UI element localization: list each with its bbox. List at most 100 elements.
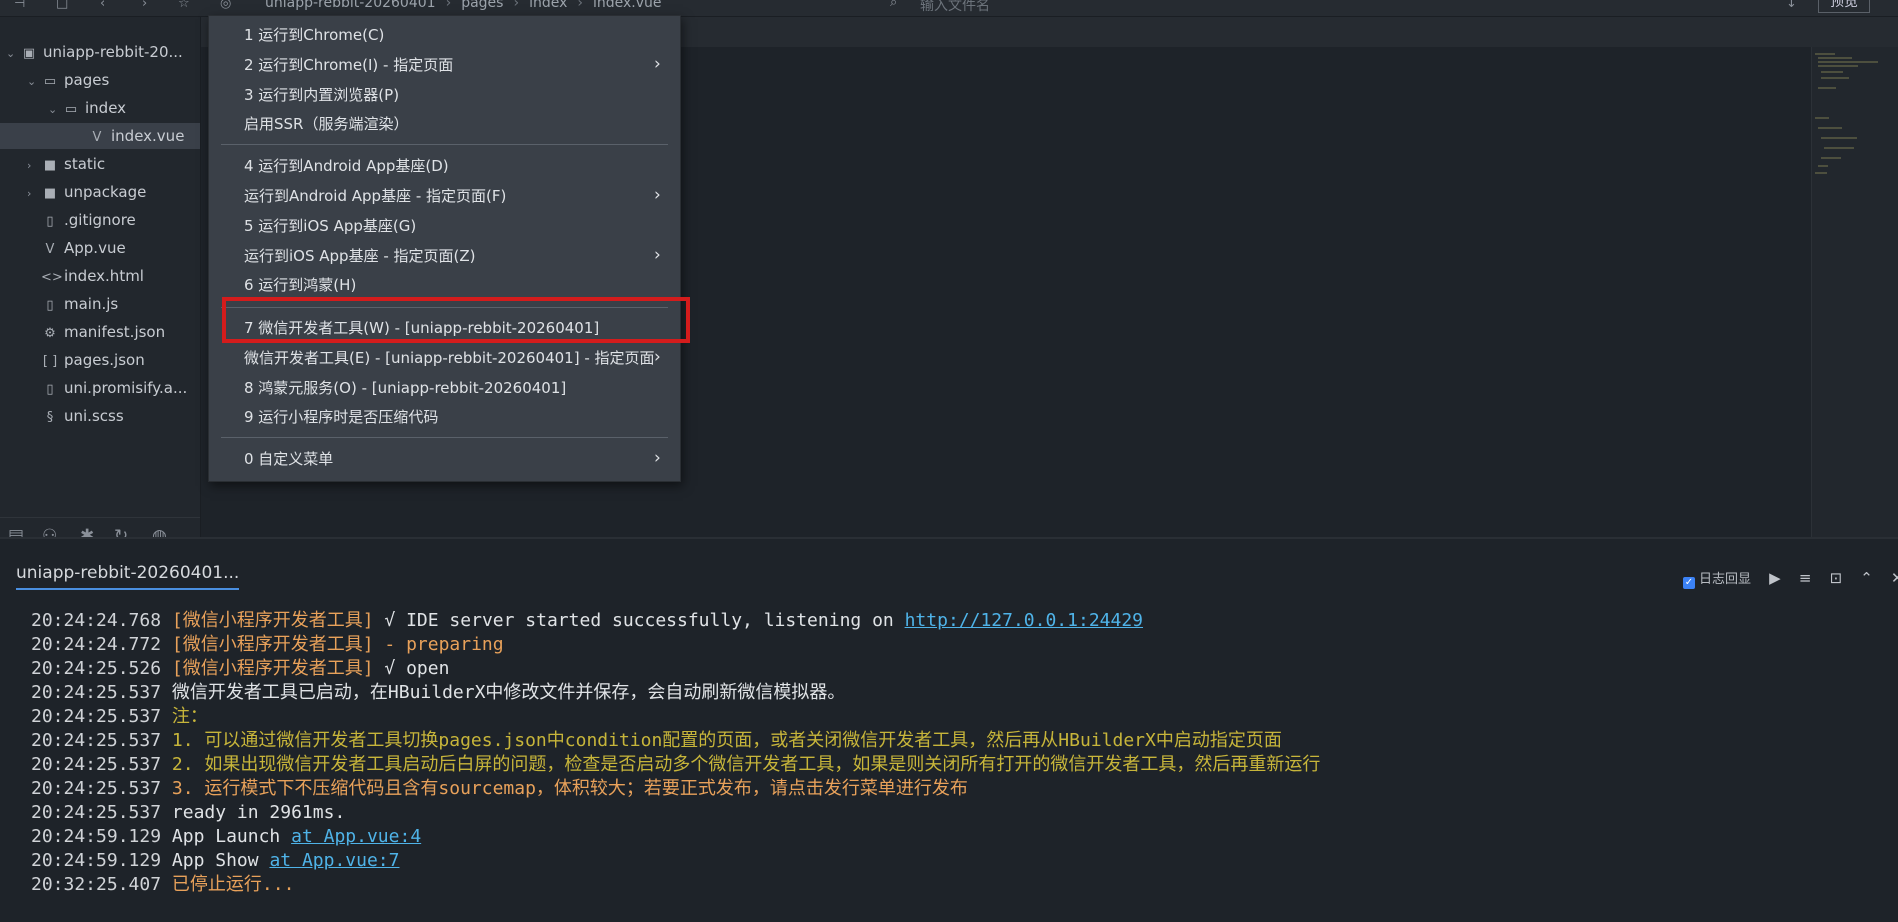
run-menu-item-label: 运行到Android App基座 - 指定页面(F) bbox=[244, 187, 507, 205]
tree-file-uni-scss[interactable]: § uni.scss bbox=[41, 403, 197, 429]
tree-folder-static[interactable]: › ■ static bbox=[27, 151, 197, 177]
log-link[interactable]: at App.vue:4 bbox=[291, 826, 421, 847]
star-icon[interactable]: ☆ bbox=[178, 0, 190, 11]
minimap-line bbox=[1815, 53, 1835, 55]
log-timestamp: 20:24:25.537 bbox=[31, 730, 162, 751]
run-triangle-icon[interactable]: ▶ bbox=[1769, 569, 1781, 587]
log-timestamp: 20:24:25.537 bbox=[31, 682, 162, 703]
run-menu-item[interactable]: 3 运行到内置浏览器(P) bbox=[209, 81, 680, 109]
preview-button[interactable]: 预览 bbox=[1818, 0, 1870, 13]
tree-file-manifest-json[interactable]: ⚙ manifest.json bbox=[41, 319, 197, 345]
tree-folder-pages[interactable]: ⌄ ▭ pages bbox=[27, 67, 197, 93]
log-link[interactable]: http://127.0.0.1:24429 bbox=[905, 610, 1143, 631]
chevron-down-icon: ⌄ bbox=[48, 103, 58, 116]
run-menu-item-label: 3 运行到内置浏览器(P) bbox=[244, 86, 400, 104]
search-icon: ⌕ bbox=[890, 0, 898, 10]
minimap[interactable] bbox=[1811, 47, 1898, 537]
chevron-right-icon: › bbox=[27, 159, 32, 172]
log-line: 20:24:25.537 1. 可以通过微信开发者工具切换pages.json中… bbox=[31, 729, 1320, 753]
log-line: 20:24:25.526 [微信小程序开发者工具] √ open bbox=[31, 657, 1320, 681]
log-line: 20:24:24.768 [微信小程序开发者工具] √ IDE server s… bbox=[31, 609, 1320, 633]
open-external-icon[interactable]: ⊡ bbox=[1830, 569, 1843, 587]
tree-file-main-js[interactable]: ▯ main.js bbox=[41, 291, 197, 317]
log-timestamp: 20:24:59.129 bbox=[31, 826, 162, 847]
log-line: 20:24:25.537 3. 运行模式下不压缩代码且含有sourcemap，体… bbox=[31, 777, 1320, 801]
run-menu-item[interactable]: 运行到iOS App基座 - 指定页面(Z) › bbox=[209, 242, 680, 270]
chevron-up-icon[interactable]: ⌃ bbox=[1860, 569, 1873, 587]
log-link[interactable]: at App.vue:7 bbox=[269, 850, 399, 871]
log-text: [微信小程序开发者工具] - preparing bbox=[171, 634, 504, 655]
run-menu-item[interactable]: 启用SSR（服务端渲染） bbox=[209, 110, 680, 138]
log-line: 20:24:24.772 [微信小程序开发者工具] - preparing bbox=[31, 633, 1320, 657]
menu-separator bbox=[221, 437, 668, 438]
log-timestamp: 20:24:59.129 bbox=[31, 850, 162, 871]
run-menu-item[interactable]: 微信开发者工具(E) - [uniapp-rebbit-20260401] - … bbox=[209, 344, 680, 372]
tree-file-pages-json[interactable]: [ ] pages.json bbox=[41, 347, 197, 373]
forward-arrow-icon[interactable]: › bbox=[142, 0, 147, 11]
tree-file-app-vue[interactable]: V App.vue bbox=[41, 235, 197, 261]
run-menu-item[interactable]: 2 运行到Chrome(I) - 指定页面 › bbox=[209, 51, 680, 79]
run-menu-item-label: 8 鸿蒙元服务(O) - [uniapp-rebbit-20260401] bbox=[244, 379, 567, 397]
back-arrow-icon[interactable]: ‹ bbox=[100, 0, 105, 11]
chevron-right-icon: › bbox=[27, 187, 32, 200]
tree-file-uni-promisify[interactable]: ▯ uni.promisify.a... bbox=[41, 375, 197, 401]
minimap-line bbox=[1818, 87, 1836, 89]
minimap-line bbox=[1818, 127, 1842, 129]
chevron-down-icon: ⌄ bbox=[6, 47, 16, 60]
minimap-line bbox=[1821, 71, 1843, 73]
tree-project-root[interactable]: ⌄ ▣ uniapp-rebbit-20... bbox=[6, 39, 196, 65]
run-menu-item[interactable]: 4 运行到Android App基座(D) bbox=[209, 152, 680, 180]
mic-icon[interactable]: ↓ bbox=[1786, 0, 1797, 11]
tree-folder-unpackage[interactable]: › ■ unpackage bbox=[27, 179, 197, 205]
submenu-chevron-icon: › bbox=[654, 347, 661, 367]
tree-file-index-vue[interactable]: Vindex.vue bbox=[0, 123, 200, 149]
new-file-icon[interactable]: ⊣ bbox=[14, 0, 25, 11]
console-tab[interactable]: uniapp-rebbit-20260401... bbox=[16, 563, 240, 590]
breadcrumb: uniapp-rebbit-20260401 › pages › index › index… bbox=[265, 0, 662, 11]
log-text: 微信开发者工具已启动，在HBuilderX中修改文件并保存，会自动刷新微信模拟器… bbox=[171, 682, 846, 703]
minimap-line bbox=[1818, 165, 1828, 167]
close-icon[interactable]: ✕ bbox=[1891, 569, 1898, 587]
run-menu-item-label: 0 自定义菜单 bbox=[244, 450, 334, 468]
run-menu-item[interactable]: 0 自定义菜单 › bbox=[209, 445, 680, 473]
run-menu-item-label: 运行到iOS App基座 - 指定页面(Z) bbox=[244, 247, 476, 265]
log-line: 20:24:25.537 ready in 2961ms. bbox=[31, 801, 1320, 825]
log-text: 1. 可以通过微信开发者工具切换pages.json中condition配置的页… bbox=[171, 730, 1282, 751]
submenu-chevron-icon: › bbox=[654, 185, 661, 205]
clear-log-icon[interactable]: ≡ bbox=[1799, 569, 1812, 587]
breadcrumb-pages[interactable]: pages bbox=[461, 0, 503, 11]
chevron-down-icon: ⌄ bbox=[27, 75, 37, 88]
run-menu-item[interactable]: 1 运行到Chrome(C) bbox=[209, 21, 680, 49]
run-menu-item-label: 5 运行到iOS App基座(G) bbox=[244, 217, 417, 235]
log-line: 20:24:59.129 App Launch at App.vue:4 bbox=[31, 825, 1320, 849]
scss-file-icon: § bbox=[46, 410, 54, 425]
menu-separator bbox=[221, 144, 668, 145]
breadcrumb-file[interactable]: index.vue bbox=[593, 0, 662, 11]
run-menu-item[interactable]: 8 鸿蒙元服务(O) - [uniapp-rebbit-20260401] bbox=[209, 374, 680, 402]
run-icon[interactable]: ◎ bbox=[220, 0, 231, 11]
file-search-input[interactable]: ⌕ 输入文件名 bbox=[880, 0, 1500, 14]
js-file-icon: ▯ bbox=[46, 298, 54, 313]
run-menu-item[interactable]: 运行到Android App基座 - 指定页面(F) › bbox=[209, 182, 680, 210]
log-echo-checkbox[interactable]: ✓ bbox=[1683, 577, 1695, 589]
minimap-line bbox=[1815, 172, 1827, 174]
log-text: 已停止运行... bbox=[171, 874, 295, 895]
minimap-line bbox=[1818, 61, 1878, 63]
minimap-line bbox=[1818, 65, 1858, 67]
tree-file-index-html[interactable]: <>index.html bbox=[41, 263, 197, 289]
run-menu-item-label: 4 运行到Android App基座(D) bbox=[244, 157, 449, 175]
log-text: √ IDE server started successfully, liste… bbox=[373, 610, 905, 631]
run-menu-item[interactable]: 5 运行到iOS App基座(G) bbox=[209, 212, 680, 240]
breadcrumb-index[interactable]: index bbox=[529, 0, 567, 11]
tree-file-gitignore[interactable]: ▯ .gitignore bbox=[41, 207, 197, 233]
console-panel: uniapp-rebbit-20260401... ✓ 日志回显 ▶ ≡ ⊡ ⌃ … bbox=[0, 537, 1898, 922]
breadcrumb-project[interactable]: uniapp-rebbit-20260401 bbox=[265, 0, 436, 11]
save-icon[interactable]: □ bbox=[56, 0, 68, 11]
submenu-chevron-icon: › bbox=[654, 54, 661, 74]
tree-folder-index[interactable]: ⌄ ▭ index bbox=[48, 95, 198, 121]
log-echo-label: 日志回显 bbox=[1699, 572, 1752, 587]
log-text: 3. 运行模式下不压缩代码且含有sourcemap，体积较大；若要正式发布，请点… bbox=[171, 778, 968, 799]
run-menu-item[interactable]: 9 运行小程序时是否压缩代码 bbox=[209, 403, 680, 431]
run-menu-item[interactable]: 6 运行到鸿蒙(H) bbox=[209, 271, 680, 299]
minimap-line bbox=[1815, 117, 1829, 119]
